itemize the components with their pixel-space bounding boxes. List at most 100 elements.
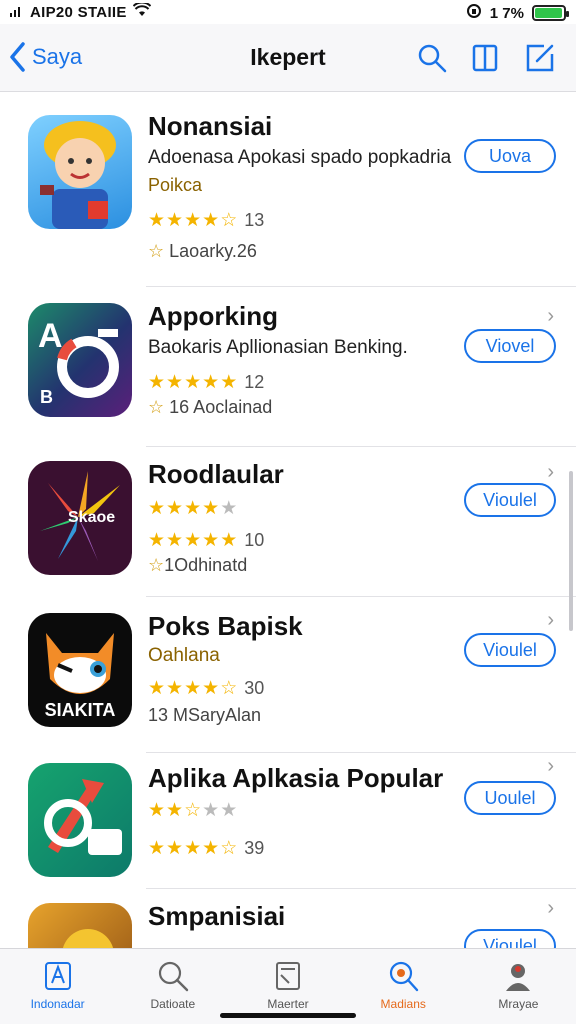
star-half-icon: ☆ — [220, 678, 239, 699]
search-icon — [158, 961, 188, 992]
apps-icon — [276, 962, 300, 990]
star-full-icon: ★ — [148, 498, 167, 519]
list-item[interactable]: SIAKITA › Poks Bapisk Oahlana ★★★★☆ 30 13… — [0, 597, 576, 753]
updates-icon — [390, 961, 419, 992]
today-icon — [44, 962, 71, 990]
tab-search[interactable]: Datioate — [115, 949, 230, 1024]
app-subtitle: Baokaris Apllionasian Benking. — [148, 337, 408, 358]
rating-count: 10 — [244, 530, 265, 550]
tab-account[interactable]: Mrayae — [461, 949, 576, 1024]
status-bar: AIP20 STAIIE 1 7% — [0, 0, 576, 24]
carrier-label: AIP20 STAIIE — [30, 3, 127, 21]
wifi-icon — [132, 1, 151, 21]
svg-text:B: B — [40, 387, 53, 407]
star-half-icon: ☆ — [220, 210, 239, 231]
app-icon-arrows — [28, 763, 132, 877]
star-full-icon: ★ — [166, 800, 185, 821]
app-category: Poikca — [148, 175, 203, 195]
get-button[interactable]: Viovel — [464, 329, 556, 363]
nav-actions — [416, 42, 556, 74]
star-full-icon: ★ — [202, 678, 221, 699]
list-item[interactable]: › Aplika Aplkasia Popular ★★☆★★ ★★★★☆ 39 … — [0, 753, 576, 889]
battery-percent: 1 7% — [489, 4, 524, 22]
star-full-icon: ★ — [202, 838, 221, 859]
rating-stars: ★★★★☆ 39 — [148, 837, 264, 860]
tab-label: Mrayae — [498, 997, 539, 1011]
get-button[interactable]: Vioulel — [464, 929, 556, 948]
star-full-icon: ★ — [166, 678, 185, 699]
star-outline-icon: ☆ — [148, 241, 165, 261]
rating-stars: ★★★★☆ 30 — [148, 677, 264, 700]
rating-stars-a: ★★★★★ — [148, 497, 238, 520]
sidebar-icon[interactable] — [470, 42, 502, 74]
star-full-icon: ★ — [148, 838, 167, 859]
tab-updates[interactable]: Madians — [346, 949, 461, 1024]
app-meta: ☆1Odhinatd — [148, 555, 247, 576]
chevron-right-icon[interactable]: › — [547, 305, 554, 328]
app-icon-partial — [28, 903, 132, 948]
account-icon — [506, 964, 531, 991]
tab-label: Maerter — [267, 997, 309, 1011]
star-empty-icon: ★ — [220, 800, 239, 821]
chevron-right-icon[interactable]: › — [547, 755, 554, 778]
app-name: Apporking — [148, 301, 278, 331]
scrollbar[interactable] — [569, 471, 573, 631]
status-right: 1 7% — [466, 3, 569, 23]
star-outline-icon: ☆ — [148, 555, 165, 575]
signal-icon — [10, 4, 24, 21]
app-icon-fox: SIAKITA — [28, 613, 132, 727]
compose-icon[interactable] — [524, 42, 556, 74]
rotation-lock-icon — [466, 3, 482, 23]
get-button[interactable]: Vioulel — [464, 483, 556, 517]
star-empty-icon: ★ — [220, 498, 239, 519]
app-icon-label: Skaoe — [68, 509, 116, 526]
star-full-icon: ★ — [184, 530, 203, 551]
app-meta-text: 1Odhinatd — [164, 555, 248, 575]
star-full-icon: ★ — [184, 838, 203, 859]
star-full-icon: ★ — [148, 530, 167, 551]
star-full-icon: ★ — [202, 210, 221, 231]
battery-level — [535, 8, 562, 18]
get-button[interactable]: Uoulel — [464, 781, 556, 815]
star-full-icon: ★ — [184, 678, 203, 699]
app-list: Nonansiai Adoenasa Apokasi spado popkadr… — [0, 93, 576, 948]
star-full-icon: ★ — [166, 530, 185, 551]
list-item[interactable]: A B › Apporking Baokaris Apllionasian Be… — [0, 287, 576, 447]
star-full-icon: ★ — [148, 678, 167, 699]
app-icon-cartoon — [28, 115, 132, 229]
rating-count: 12 — [244, 372, 265, 392]
chevron-right-icon[interactable]: › — [547, 897, 554, 920]
list-item[interactable]: Nonansiai Adoenasa Apokasi spado popkadr… — [0, 93, 576, 287]
home-indicator — [220, 1013, 356, 1018]
star-full-icon: ★ — [184, 210, 203, 231]
app-meta: ☆ Laoarky.26 — [148, 241, 257, 262]
list-item[interactable]: › Smpanisiai Vioulel — [0, 889, 576, 948]
get-button[interactable]: Uova — [464, 139, 556, 173]
app-name: Smpanisiai — [148, 901, 286, 931]
app-icon-label: SIAKITA — [44, 700, 116, 720]
get-button[interactable]: Vioulel — [464, 633, 556, 667]
app-subtitle: Oahlana — [148, 645, 220, 666]
chevron-right-icon[interactable]: › — [547, 461, 554, 484]
svg-text:A: A — [38, 317, 63, 355]
star-full-icon: ★ — [148, 372, 167, 393]
star-empty-icon: ★ — [202, 800, 221, 821]
list-item[interactable]: Skaoe › Roodlaular ★★★★★ ★★★★★ 10 ☆1Odhin… — [0, 447, 576, 597]
rating-count: 13 — [244, 210, 265, 230]
app-meta-text: 16 Aoclainad — [169, 397, 273, 417]
rating-stars: ★★★★☆ 13 — [148, 209, 264, 232]
app-name: Roodlaular — [148, 459, 284, 489]
star-half-icon: ☆ — [184, 800, 203, 821]
tab-today[interactable]: Indonadar — [0, 949, 115, 1024]
star-full-icon: ★ — [148, 800, 167, 821]
app-meta: ☆ 16 Aoclainad — [148, 397, 272, 418]
app-name: Nonansiai — [148, 111, 273, 141]
star-outline-icon: ☆ — [148, 397, 165, 417]
chevron-right-icon[interactable]: › — [547, 609, 554, 632]
star-full-icon: ★ — [184, 498, 203, 519]
tab-label: Madians — [380, 997, 426, 1011]
star-full-icon: ★ — [166, 838, 185, 859]
star-full-icon: ★ — [220, 372, 239, 393]
search-icon[interactable] — [416, 42, 448, 74]
rating-stars: ★★★★★ 12 — [148, 371, 264, 394]
